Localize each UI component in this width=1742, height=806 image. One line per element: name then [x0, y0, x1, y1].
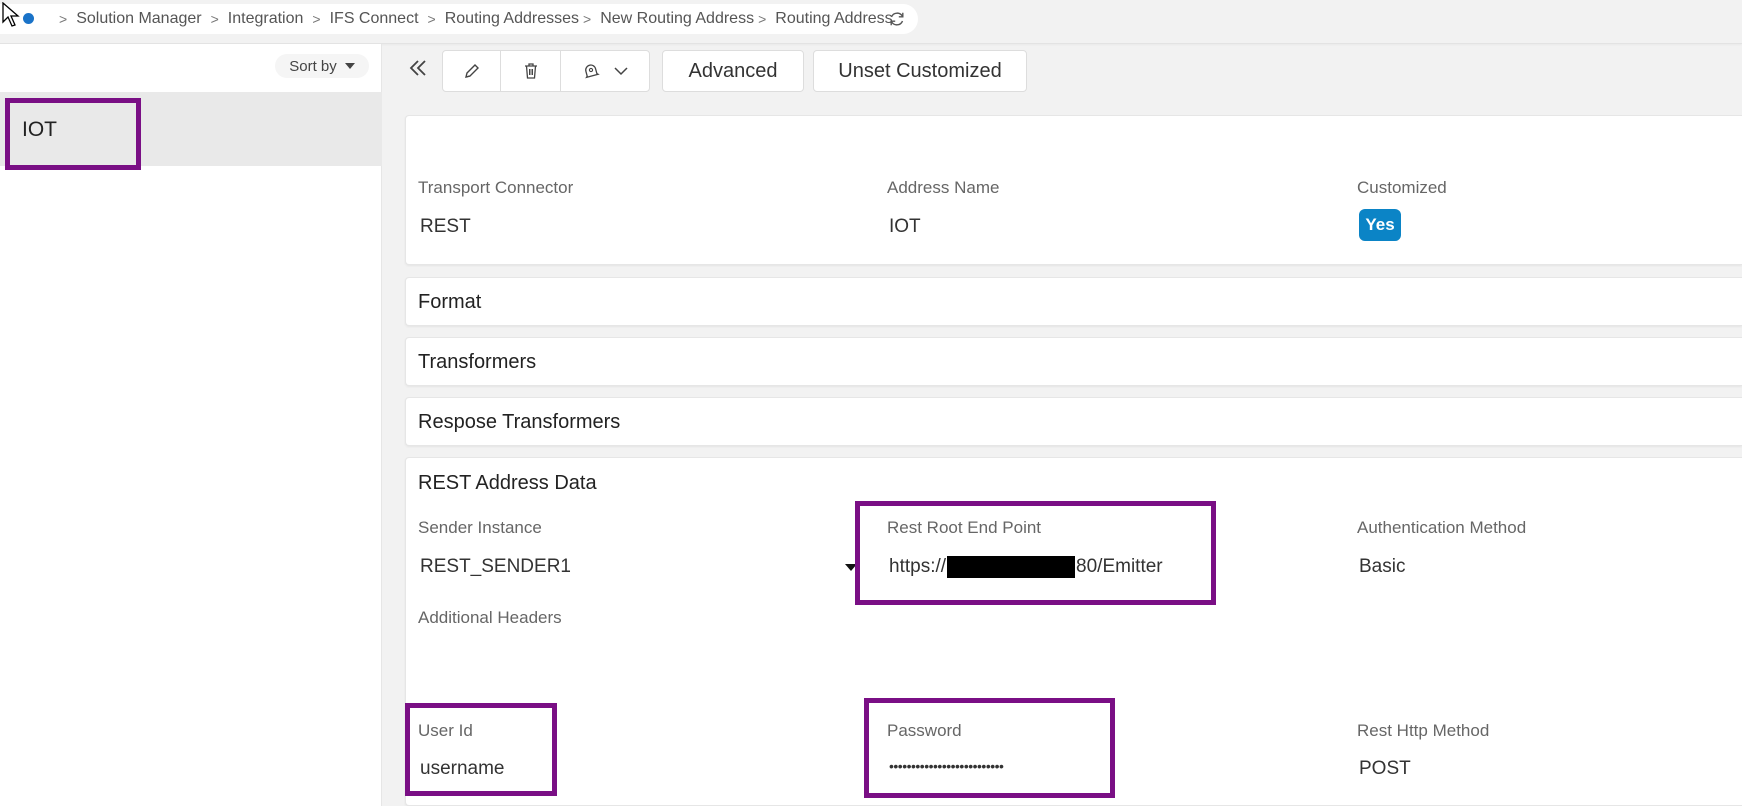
highlight-box [405, 703, 557, 796]
breadcrumb-item-routing-address: Routing Address [775, 10, 893, 27]
sender-instance-value[interactable]: REST_SENDER1 [420, 556, 571, 578]
breadcrumb-item-solution-manager[interactable]: Solution Manager [76, 10, 201, 28]
format-section[interactable]: Format [405, 277, 1742, 326]
response-transformers-section[interactable]: Respose Transformers [405, 397, 1742, 446]
notification-menu-button[interactable] [561, 51, 649, 91]
delete-button[interactable] [501, 51, 561, 91]
response-transformers-section-title: Respose Transformers [418, 411, 621, 433]
transformers-section-title: Transformers [418, 351, 537, 373]
highlight-box [5, 98, 141, 170]
breadcrumb-item-ifs-connect[interactable]: IFS Connect [330, 10, 419, 28]
authentication-method-value[interactable]: Basic [1359, 556, 1405, 578]
chevron-right-icon: > [583, 11, 592, 27]
highlight-box [864, 698, 1115, 798]
chevron-right-icon: > [427, 11, 436, 27]
address-name-value: IOT [889, 216, 921, 237]
additional-headers-label: Additional Headers [418, 608, 562, 627]
edit-icon [464, 64, 479, 78]
highlight-box [855, 501, 1216, 605]
customized-label: Customized [1357, 178, 1447, 197]
address-name-label: Address Name [887, 178, 1000, 197]
chevron-right-icon: > [210, 11, 219, 27]
customized-status-badge: Yes [1359, 209, 1401, 241]
sender-instance-label: Sender Instance [418, 518, 542, 537]
breadcrumb-item-integration[interactable]: Integration [228, 10, 304, 28]
transport-connector-label: Transport Connector [418, 178, 574, 197]
caret-down-icon [344, 63, 355, 69]
advanced-button[interactable]: Advanced [662, 50, 804, 92]
cursor-icon [2, 2, 20, 27]
delete-icon [524, 63, 537, 79]
edit-button[interactable] [443, 51, 501, 91]
transformers-section[interactable]: Transformers [405, 337, 1742, 386]
chevron-down-icon [614, 67, 628, 76]
double-chevron-left-icon[interactable] [406, 56, 430, 80]
sort-by-label: Sort by [289, 57, 337, 75]
breadcrumb: > Solution Manager > Integration > IFS C… [50, 8, 893, 30]
top-bar: > Solution Manager > Integration > IFS C… [0, 0, 1742, 44]
authentication-method-label: Authentication Method [1357, 518, 1527, 537]
chevron-right-icon: > [312, 11, 321, 27]
rest-address-data-title: REST Address Data [418, 472, 597, 494]
home-icon[interactable] [23, 13, 34, 24]
chevron-right-icon: > [59, 11, 68, 27]
refresh-icon[interactable] [888, 10, 906, 28]
command-group [442, 50, 650, 92]
breadcrumb-item-new-routing-address[interactable]: New Routing Address [600, 10, 754, 28]
unset-customized-button[interactable]: Unset Customized [813, 50, 1027, 92]
notification-icon [585, 64, 600, 79]
transport-connector-value: REST [420, 216, 471, 237]
format-section-title: Format [418, 291, 482, 313]
rest-http-method-value[interactable]: POST [1359, 758, 1411, 780]
breadcrumb-item-routing-addresses[interactable]: Routing Addresses [445, 10, 579, 28]
rest-http-method-label: Rest Http Method [1357, 721, 1490, 740]
chevron-right-icon: > [758, 11, 767, 27]
header-card: Transport Connector REST Address Name IO… [405, 115, 1742, 265]
sort-by-button[interactable]: Sort by [275, 54, 369, 78]
